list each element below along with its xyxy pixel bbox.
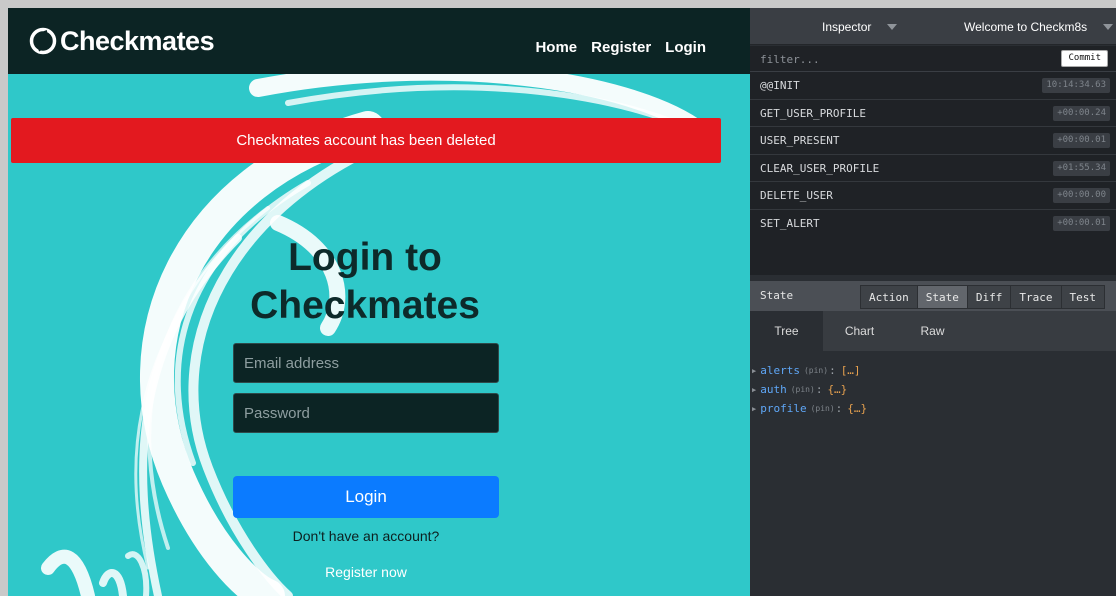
tab-action[interactable]: Action (861, 286, 917, 308)
monitor-tabs: Action State Diff Trace Test (860, 285, 1105, 309)
action-name: @@INIT (760, 79, 800, 92)
commit-button[interactable]: Commit (1061, 50, 1108, 67)
action-name: USER_PRESENT (760, 134, 840, 147)
action-name: GET_USER_PROFILE (760, 106, 866, 120)
title-line-2: Checkmates (250, 284, 480, 327)
pin-label[interactable]: (pin) (811, 404, 835, 413)
monitor-select-label: Inspector (822, 19, 872, 34)
tab-diff[interactable]: Diff (966, 286, 1011, 308)
email-field[interactable] (233, 343, 499, 383)
view-tabs: Tree Chart Raw (750, 311, 1116, 351)
tab-state[interactable]: State (916, 286, 967, 308)
devtools-header: Inspector Welcome to Checkm8s (750, 8, 1116, 45)
tree-value: […] (840, 364, 861, 377)
nav-register-link[interactable]: Register (591, 39, 651, 56)
app-window: Checkmates Home Register Login Checkmate… (8, 8, 750, 596)
action-time: +00:00.01 (1053, 215, 1110, 231)
tab-test[interactable]: Test (1060, 286, 1104, 308)
tab-raw[interactable]: Raw (896, 311, 969, 351)
tab-tree[interactable]: Tree (750, 311, 823, 351)
tree-colon: : (835, 402, 843, 415)
action-time: +00:00.24 (1053, 105, 1110, 121)
no-account-text: Don't have an account? (292, 528, 440, 544)
page-title: Login to Checkmates (158, 234, 572, 330)
expand-arrow-icon: ▶ (752, 404, 757, 413)
action-row[interactable]: GET_USER_PROFILE +00:00.24 (750, 100, 1116, 127)
tree-colon: : (815, 383, 823, 396)
action-time: 10:14:34.63 (1042, 78, 1110, 93)
chevron-down-icon (1103, 23, 1114, 30)
brand-name: Checkmates (60, 25, 215, 56)
tree-colon: : (829, 364, 836, 377)
instance-select-label: Welcome to Checkm8s (964, 19, 1088, 34)
state-tree: ▶ alerts (pin) : […] ▶ auth (pin) : {…} … (750, 351, 1116, 596)
brand-logo[interactable]: Checkmates (28, 22, 215, 60)
tree-key: alerts (760, 364, 800, 377)
nav-home-link[interactable]: Home (535, 39, 577, 56)
state-label: State (760, 289, 794, 302)
action-list: @@INIT 10:14:34.63 GET_USER_PROFILE +00:… (750, 72, 1116, 275)
login-button[interactable]: Login (233, 476, 499, 518)
tree-node[interactable]: ▶ alerts (pin) : […] (750, 361, 1116, 380)
action-row[interactable]: @@INIT 10:14:34.63 (750, 72, 1116, 100)
chevron-down-icon (887, 23, 898, 30)
action-row[interactable]: USER_PRESENT +00:00.01 (750, 127, 1116, 155)
action-name: DELETE_USER (760, 189, 833, 202)
tree-value: {…} (827, 383, 848, 396)
tab-chart[interactable]: Chart (823, 311, 896, 351)
tree-key: profile (760, 402, 807, 415)
action-time: +00:00.00 (1053, 188, 1110, 203)
pin-label[interactable]: (pin) (804, 366, 828, 375)
ring-logo-icon (29, 27, 57, 55)
tree-value: {…} (847, 402, 868, 415)
navbar: Checkmates Home Register Login (8, 8, 750, 74)
redux-devtools-panel: Inspector Welcome to Checkm8s Commit @@I… (750, 8, 1116, 596)
expand-arrow-icon: ▶ (752, 366, 757, 375)
state-toolbar: State Action State Diff Trace Test (750, 281, 1116, 311)
filter-row: Commit (750, 46, 1116, 72)
monitor-select[interactable]: Inspector (822, 8, 898, 45)
nav-links: Home Register Login (535, 39, 706, 56)
action-name: SET_ALERT (760, 216, 820, 230)
instance-select[interactable]: Welcome to Checkm8s (964, 8, 1114, 45)
expand-arrow-icon: ▶ (752, 385, 757, 394)
action-time: +00:00.01 (1053, 133, 1110, 148)
tree-node[interactable]: ▶ profile (pin) : {…} (750, 399, 1116, 418)
action-time: +01:55.34 (1053, 160, 1110, 176)
tab-trace[interactable]: Trace (1010, 286, 1061, 308)
pin-label[interactable]: (pin) (791, 385, 815, 394)
filter-input[interactable] (750, 46, 1050, 72)
nav-login-link[interactable]: Login (665, 39, 706, 56)
title-line-1: Login to (288, 236, 442, 279)
alert-banner: Checkmates account has been deleted (11, 118, 721, 163)
action-name: CLEAR_USER_PROFILE (760, 161, 880, 175)
tree-node[interactable]: ▶ auth (pin) : {…} (750, 380, 1116, 399)
action-row[interactable]: CLEAR_USER_PROFILE +01:55.34 (750, 155, 1116, 182)
register-now-link[interactable]: Register now (233, 564, 499, 580)
password-field[interactable] (233, 393, 499, 433)
tree-key: auth (760, 383, 787, 396)
action-row[interactable]: DELETE_USER +00:00.00 (750, 182, 1116, 210)
action-row[interactable]: SET_ALERT +00:00.01 (750, 210, 1116, 238)
